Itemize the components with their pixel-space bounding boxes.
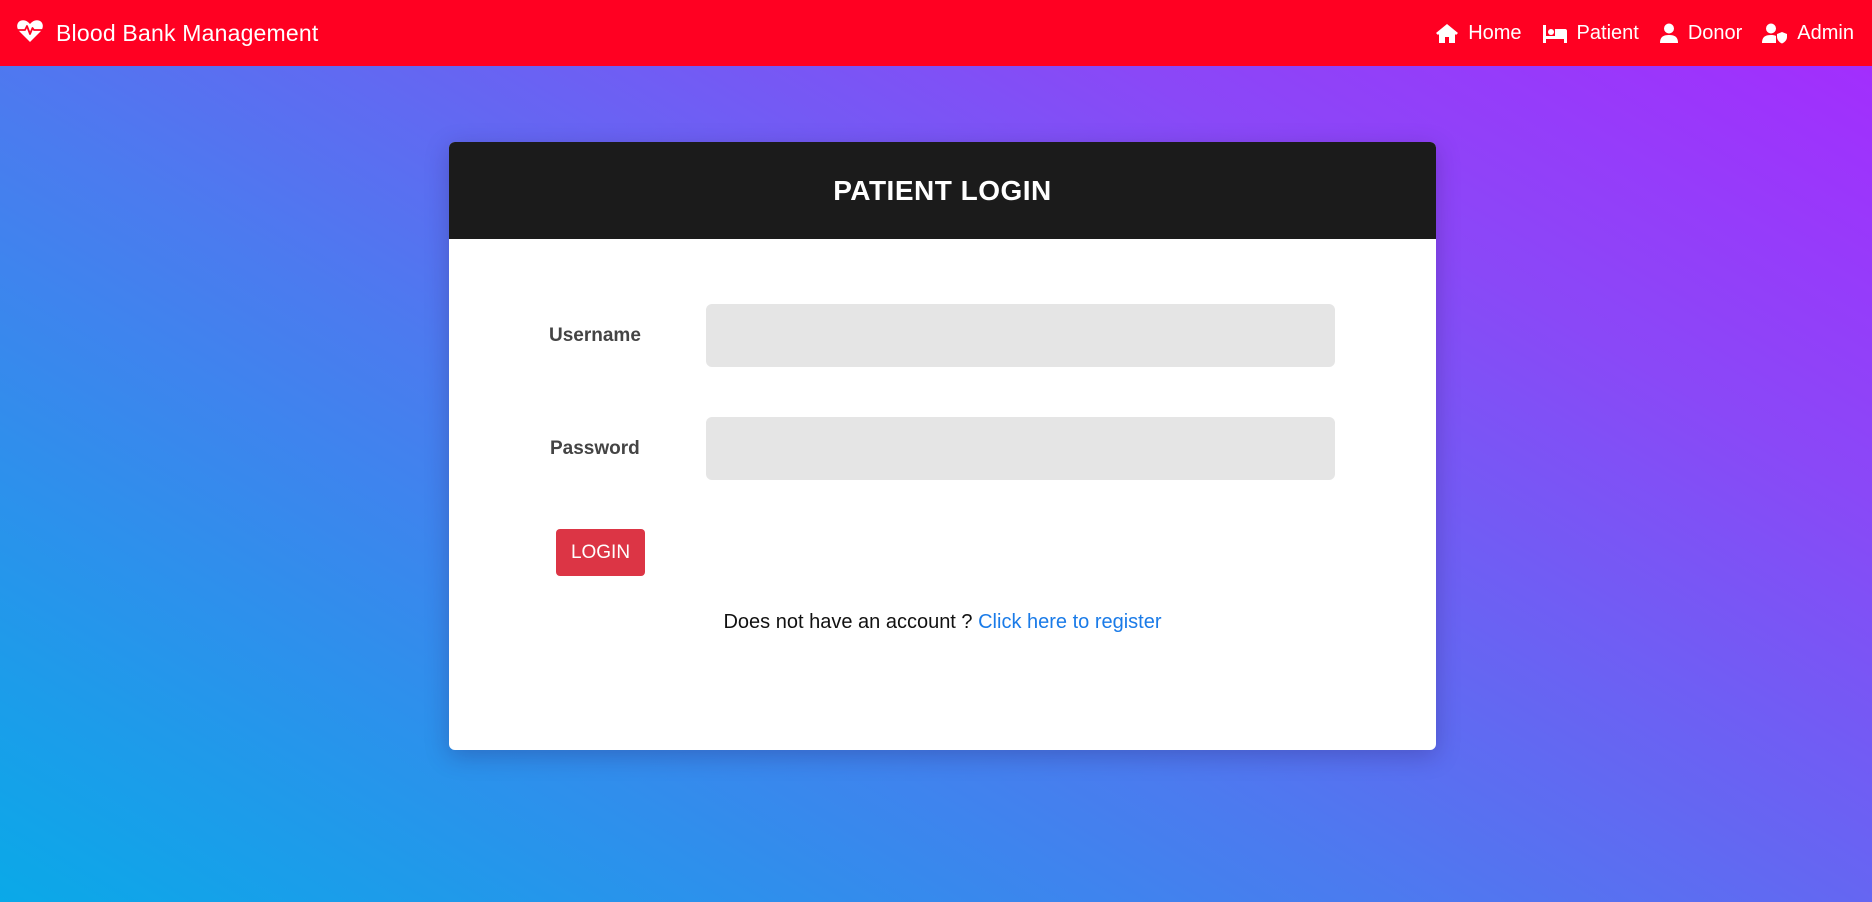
- nav-patient[interactable]: Patient: [1542, 22, 1639, 45]
- username-input[interactable]: [706, 304, 1335, 367]
- nav-admin[interactable]: Admin: [1762, 22, 1854, 45]
- nav-home-label: Home: [1468, 21, 1522, 44]
- login-card: PATIENT LOGIN Username Password LOGIN Do…: [449, 142, 1436, 750]
- username-label: Username: [549, 325, 641, 346]
- nav-donor[interactable]: Donor: [1659, 22, 1742, 45]
- register-line: Does not have an account ? Click here to…: [449, 611, 1436, 634]
- user-icon: [1659, 23, 1679, 44]
- patient-bed-icon: [1542, 23, 1568, 44]
- brand-title: Blood Bank Management: [56, 19, 319, 46]
- register-prompt: Does not have an account ?: [723, 611, 979, 633]
- login-button[interactable]: LOGIN: [556, 529, 645, 576]
- brand[interactable]: Blood Bank Management: [16, 19, 318, 48]
- password-input[interactable]: [706, 417, 1335, 480]
- login-card-header: PATIENT LOGIN: [449, 142, 1436, 239]
- nav-home[interactable]: Home: [1435, 21, 1522, 45]
- user-shield-icon: [1762, 23, 1788, 44]
- navbar: Blood Bank Management Home Patient Donor…: [0, 0, 1872, 66]
- nav-admin-label: Admin: [1797, 21, 1854, 44]
- nav-patient-label: Patient: [1576, 21, 1639, 44]
- register-link[interactable]: Click here to register: [978, 611, 1161, 633]
- nav-donor-label: Donor: [1687, 21, 1743, 44]
- heartbeat-icon: [16, 19, 44, 48]
- nav-links: Home Patient Donor Admin: [1435, 22, 1854, 45]
- home-icon: [1435, 23, 1459, 44]
- password-label: Password: [550, 438, 640, 459]
- page-title: PATIENT LOGIN: [833, 174, 1052, 206]
